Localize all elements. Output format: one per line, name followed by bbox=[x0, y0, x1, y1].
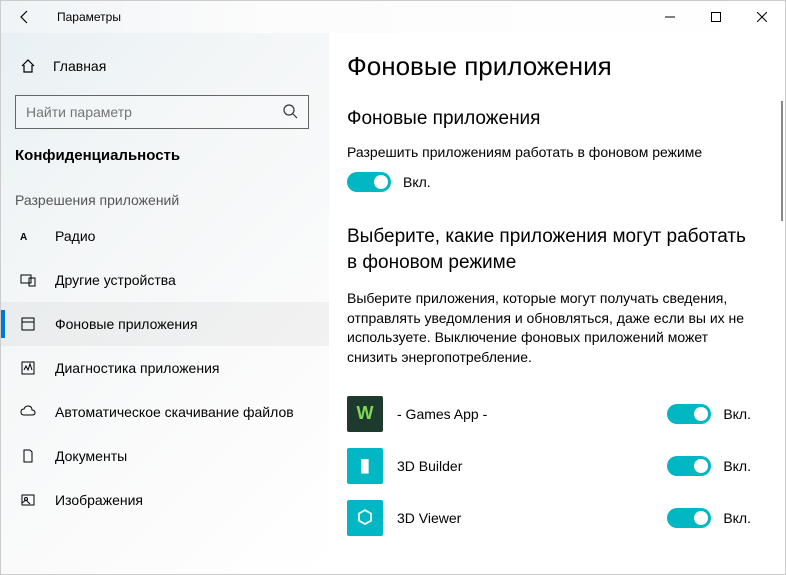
sidebar-item-label: Другие устройства bbox=[55, 272, 176, 288]
sidebar-item-documents[interactable]: Документы bbox=[1, 434, 329, 478]
app-toggle-state: Вкл. bbox=[723, 510, 751, 526]
category-heading: Конфиденциальность bbox=[1, 147, 329, 164]
app-toggle[interactable] bbox=[667, 508, 711, 528]
maximize-button[interactable] bbox=[693, 1, 739, 33]
app-toggle-state: Вкл. bbox=[723, 458, 751, 474]
main-panel: Фоновые приложения Фоновые приложения Ра… bbox=[329, 33, 785, 574]
background-apps-icon bbox=[19, 315, 37, 333]
devices-icon bbox=[19, 271, 37, 289]
sidebar-item-background-apps[interactable]: Фоновые приложения bbox=[1, 302, 329, 346]
app-row: ▮ 3D Builder Вкл. bbox=[347, 440, 757, 492]
diagnostics-icon bbox=[19, 359, 37, 377]
app-name: - Games App - bbox=[397, 406, 487, 422]
section-bg-apps-title: Фоновые приложения bbox=[347, 108, 757, 130]
svg-text:A: A bbox=[20, 232, 27, 243]
app-row: W - Games App - Вкл. bbox=[347, 388, 757, 440]
home-icon bbox=[19, 57, 37, 75]
window-controls bbox=[647, 1, 785, 33]
app-icon-games: W bbox=[347, 396, 383, 432]
minimize-button[interactable] bbox=[647, 1, 693, 33]
home-link[interactable]: Главная bbox=[1, 45, 329, 87]
sidebar-item-label: Документы bbox=[55, 448, 127, 464]
allow-bg-toggle[interactable] bbox=[347, 172, 391, 192]
sidebar-item-label: Автоматическое скачивание файлов bbox=[55, 404, 294, 420]
allow-bg-label: Разрешить приложениям работать в фоновом… bbox=[347, 144, 757, 160]
scrollbar[interactable] bbox=[781, 101, 783, 221]
cloud-download-icon bbox=[19, 403, 37, 421]
section-choose-apps-desc: Выберите приложения, которые могут получ… bbox=[347, 289, 757, 367]
sidebar-item-other-devices[interactable]: Другие устройства bbox=[1, 258, 329, 302]
search-box[interactable] bbox=[15, 95, 309, 129]
app-toggle-state: Вкл. bbox=[723, 406, 751, 422]
section-choose-apps-title: Выберите, какие приложения могут работат… bbox=[347, 224, 757, 275]
app-name: 3D Viewer bbox=[397, 510, 461, 526]
group-heading: Разрешения приложений bbox=[1, 192, 329, 208]
pictures-icon bbox=[19, 491, 37, 509]
home-label: Главная bbox=[53, 58, 106, 74]
app-toggle[interactable] bbox=[667, 404, 711, 424]
close-button[interactable] bbox=[739, 1, 785, 33]
window-title: Параметры bbox=[57, 10, 121, 24]
page-title: Фоновые приложения bbox=[347, 51, 757, 82]
back-button[interactable] bbox=[1, 1, 49, 33]
search-input[interactable] bbox=[26, 104, 282, 120]
app-icon-3dbuilder: ▮ bbox=[347, 448, 383, 484]
radio-icon: A bbox=[19, 227, 37, 245]
sidebar-item-radio[interactable]: A Радио bbox=[1, 214, 329, 258]
sidebar-item-auto-downloads[interactable]: Автоматическое скачивание файлов bbox=[1, 390, 329, 434]
app-icon-3dviewer: ⬡ bbox=[347, 500, 383, 536]
sidebar-item-label: Радио bbox=[55, 228, 95, 244]
sidebar-item-pictures[interactable]: Изображения bbox=[1, 478, 329, 522]
sidebar-item-label: Диагностика приложения bbox=[55, 360, 219, 376]
app-row: ⬡ 3D Viewer Вкл. bbox=[347, 492, 757, 544]
titlebar: Параметры bbox=[1, 1, 785, 33]
documents-icon bbox=[19, 447, 37, 465]
sidebar-item-label: Изображения bbox=[55, 492, 143, 508]
sidebar-item-app-diagnostics[interactable]: Диагностика приложения bbox=[1, 346, 329, 390]
app-name: 3D Builder bbox=[397, 458, 462, 474]
sidebar: Главная Конфиденциальность Разрешения пр… bbox=[1, 33, 329, 574]
search-icon bbox=[282, 103, 298, 122]
sidebar-item-label: Фоновые приложения bbox=[55, 316, 198, 332]
app-toggle[interactable] bbox=[667, 456, 711, 476]
allow-bg-toggle-state: Вкл. bbox=[403, 174, 431, 190]
